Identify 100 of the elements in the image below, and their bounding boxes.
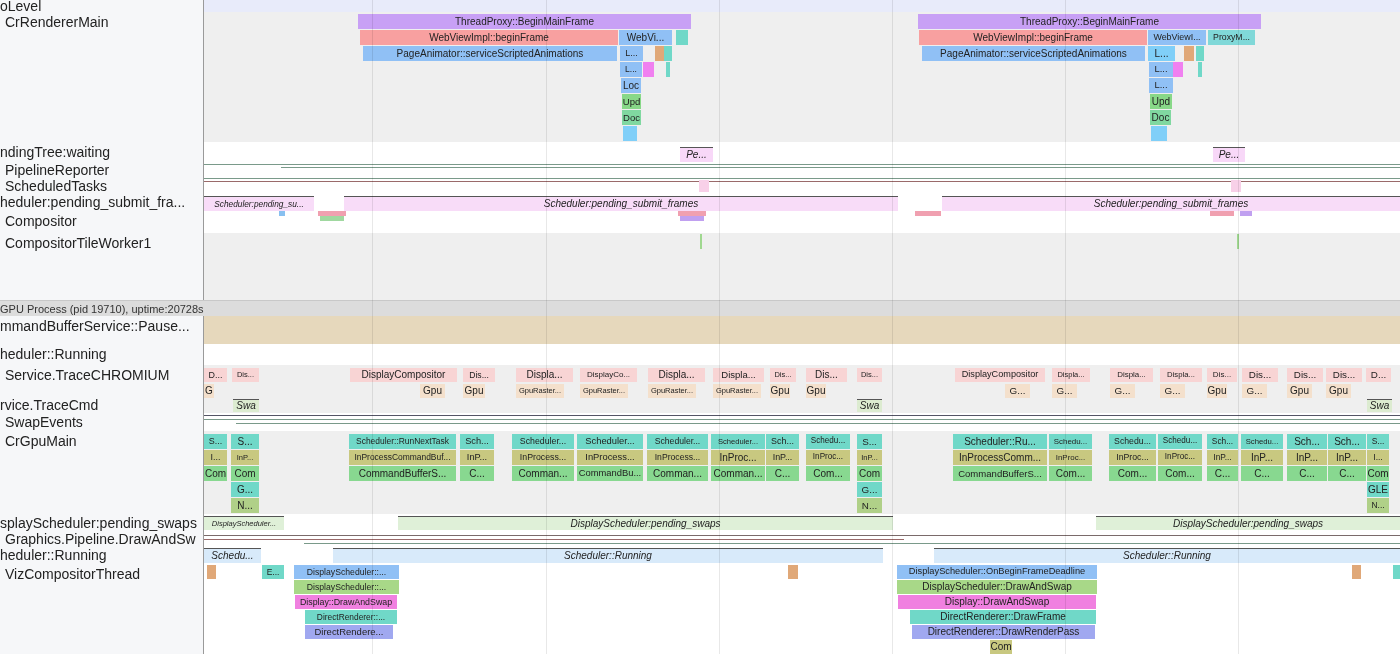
trace-slice[interactable]: DisplayScheduler::DrawAndSwap	[897, 580, 1097, 594]
trace-slice[interactable]: DisplayScheduler::OnBeginFrameDeadline	[897, 565, 1097, 579]
trace-slice[interactable]	[1240, 211, 1252, 216]
trace-slice[interactable]: Schedu...	[1158, 434, 1202, 449]
trace-slice[interactable]: Scheduler::Running	[934, 548, 1400, 563]
trace-slice[interactable]: DisplayScheduler::...	[294, 565, 399, 579]
trace-slice[interactable]: WebViewImpl::beginFrame	[919, 30, 1147, 45]
trace-slice[interactable]: L...	[620, 46, 643, 61]
trace-slice[interactable]: Com...	[806, 466, 850, 481]
trace-slice[interactable]: DisplayCompositor	[955, 368, 1045, 382]
trace-slice[interactable]: E...	[262, 565, 284, 579]
trace-slice[interactable]: Swa	[233, 399, 259, 412]
trace-slice[interactable]: Gpu	[806, 384, 826, 398]
trace-slice[interactable]: Dis...	[1207, 368, 1237, 382]
trace-slice[interactable]	[1210, 211, 1234, 216]
trace-slice[interactable]: CommandBufferS...	[349, 466, 456, 481]
trace-slice[interactable]: C...	[460, 466, 494, 481]
trace-slice[interactable]	[643, 62, 654, 77]
trace-slice[interactable]: Scheduler:pending_submit_frames	[942, 196, 1400, 211]
trace-slice[interactable]	[666, 62, 670, 77]
trace-slice[interactable]: DirectRenderer::DrawFrame	[910, 610, 1096, 624]
trace-slice[interactable]: Sch...	[1328, 434, 1366, 449]
trace-slice[interactable]: Com	[990, 640, 1012, 654]
trace-slice[interactable]: Dis...	[1326, 368, 1362, 382]
trace-slice[interactable]: G...	[1242, 384, 1267, 398]
trace-slice[interactable]: Com...	[1109, 466, 1156, 481]
trace-slice[interactable]: G	[204, 384, 214, 398]
trace-slice[interactable]: Scheduler...	[577, 434, 643, 449]
trace-slice[interactable]: C...	[1328, 466, 1366, 481]
trace-slice[interactable]: PageAnimator::serviceScriptedAnimations	[363, 46, 617, 61]
trace-slice[interactable]: DisplayCompositor	[350, 368, 457, 382]
trace-slice[interactable]: N...	[231, 498, 259, 513]
trace-slice[interactable]: Com	[857, 466, 882, 481]
trace-slice[interactable]: C...	[1207, 466, 1238, 481]
trace-slice[interactable]: Scheduler:pending_su...	[204, 196, 314, 211]
trace-slice[interactable]: ThreadProxy::BeginMainFrame	[918, 14, 1261, 29]
trace-slice[interactable]: DisplayScheduler:pending_swaps	[398, 516, 893, 530]
trace-slice[interactable]: G...	[857, 482, 882, 497]
trace-slice[interactable]	[318, 211, 346, 216]
trace-slice[interactable]: DisplayCo...	[580, 368, 637, 382]
trace-slice[interactable]: Com	[204, 466, 227, 481]
trace-slice[interactable]: N...	[1367, 498, 1389, 513]
trace-slice[interactable]: InP...	[460, 450, 494, 465]
trace-slice[interactable]: DirectRenderer::DrawRenderPass	[912, 625, 1095, 639]
trace-slice[interactable]: Com...	[1049, 466, 1092, 481]
trace-slice[interactable]: Schedu...	[204, 548, 261, 563]
trace-slice[interactable]: C...	[766, 466, 799, 481]
trace-slice[interactable]	[1173, 62, 1183, 77]
trace-slice[interactable]: ProxyM...	[1208, 30, 1255, 45]
trace-slice[interactable]: PageAnimator::serviceScriptedAnimations	[922, 46, 1145, 61]
trace-slice[interactable]	[1231, 180, 1241, 192]
trace-slice[interactable]: Displa...	[713, 368, 764, 382]
trace-slice[interactable]	[655, 46, 664, 61]
trace-slice[interactable]: GLE	[1367, 482, 1389, 497]
trace-slice[interactable]: Scheduler:pending_submit_frames	[344, 196, 898, 211]
trace-slice[interactable]: CommandBufferS...	[953, 466, 1047, 481]
trace-slice[interactable]: L...	[620, 62, 642, 77]
trace-slice[interactable]: DisplayScheduler::...	[294, 580, 399, 594]
trace-slice[interactable]: InProcessComm...	[953, 450, 1047, 465]
trace-slice[interactable]: Displa...	[516, 368, 573, 382]
trace-slice[interactable]: Gpu	[420, 384, 445, 398]
trace-slice[interactable]: InProc...	[1158, 450, 1202, 465]
trace-slice[interactable]: D...	[1366, 368, 1391, 382]
trace-slice[interactable]: Scheduler::Running	[333, 548, 883, 563]
trace-slice[interactable]: InProc...	[806, 450, 850, 465]
trace-slice[interactable]: Gpu	[770, 384, 790, 398]
trace-slice[interactable]	[788, 565, 798, 579]
trace-slice[interactable]: ThreadProxy::BeginMainFrame	[358, 14, 691, 29]
trace-slice[interactable]: N...	[857, 498, 882, 513]
trace-slice[interactable]: I...	[204, 450, 227, 465]
trace-slice[interactable]: InP...	[766, 450, 799, 465]
trace-slice[interactable]: Dis...	[1287, 368, 1323, 382]
trace-slice[interactable]: Comman...	[647, 466, 708, 481]
trace-slice[interactable]	[915, 211, 941, 216]
trace-slice[interactable]: Doc	[1150, 110, 1171, 125]
trace-slice[interactable]: Gpu	[1287, 384, 1312, 398]
trace-slice[interactable]: Scheduler...	[647, 434, 708, 449]
trace-slice[interactable]: Scheduler::RunNextTask	[349, 434, 456, 449]
trace-slice[interactable]: InProcess...	[512, 450, 574, 465]
trace-slice[interactable]: C...	[1287, 466, 1327, 481]
trace-slice[interactable]: Gpu	[1207, 384, 1227, 398]
trace-slice[interactable]: Schedu...	[1109, 434, 1156, 449]
trace-slice[interactable]: Display::DrawAndSwap	[295, 595, 397, 609]
trace-slice[interactable]: Gpu	[463, 384, 485, 398]
trace-slice[interactable]: Com	[231, 466, 259, 481]
trace-slice[interactable]: Com	[1367, 466, 1389, 481]
trace-slice[interactable]: WebVi...	[619, 30, 672, 45]
trace-slice[interactable]: InP...	[1207, 450, 1238, 465]
trace-slice[interactable]: Dis...	[463, 368, 495, 382]
trace-slice[interactable]	[1184, 46, 1194, 61]
trace-slice[interactable]	[664, 46, 672, 61]
trace-slice[interactable]: InProcessCommandBuf...	[349, 450, 456, 465]
trace-slice[interactable]: L...	[1149, 62, 1173, 77]
trace-slice[interactable]: Com...	[1158, 466, 1202, 481]
trace-slice[interactable]: Schedu...	[806, 434, 850, 449]
trace-slice[interactable]: C...	[1241, 466, 1283, 481]
trace-slice[interactable]: G...	[1052, 384, 1077, 398]
trace-slice[interactable]: Swa	[1367, 399, 1392, 412]
trace-slice[interactable]: WebViewImpl::beginFrame	[360, 30, 618, 45]
trace-slice[interactable]: S...	[857, 434, 882, 449]
